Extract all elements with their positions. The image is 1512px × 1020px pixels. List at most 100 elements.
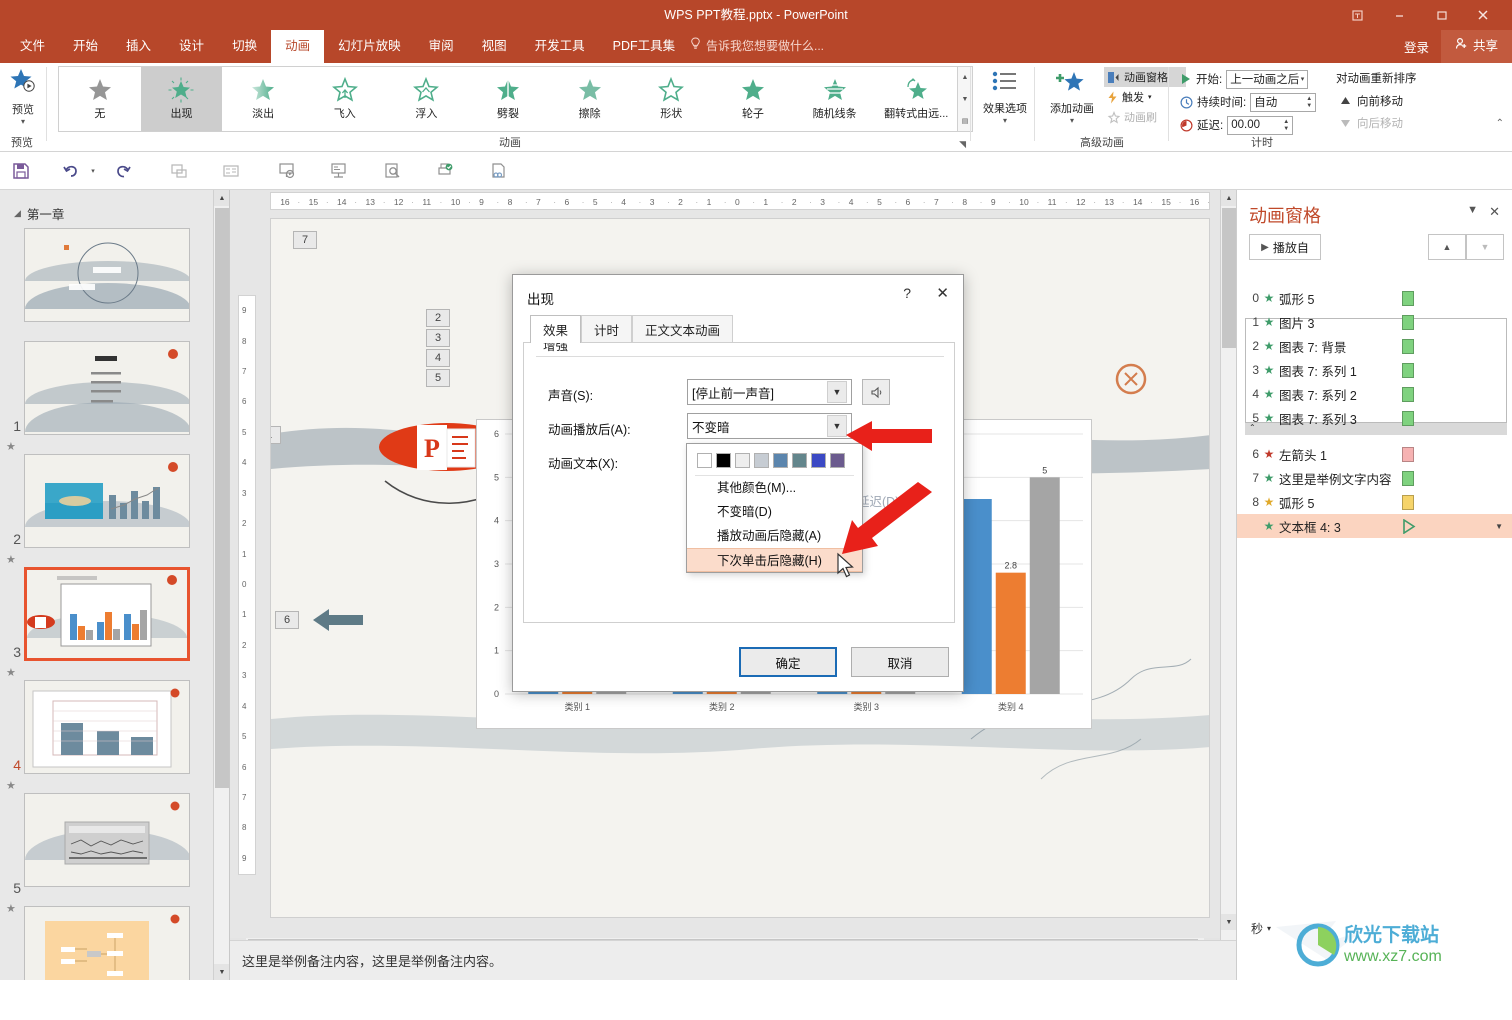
- vertical-ruler[interactable]: 9 8 7 6 5 4 3 2 1 0 1 2 3 4 5 6 7 8 9: [238, 295, 256, 875]
- layout-icon[interactable]: [220, 160, 242, 182]
- tab-animations[interactable]: 动画: [271, 30, 325, 63]
- slide-thumbnail-3[interactable]: [24, 454, 190, 548]
- anim-tag[interactable]: 1: [271, 426, 281, 444]
- scroll-down-icon[interactable]: ▼: [1221, 914, 1237, 930]
- color-swatch[interactable]: [773, 453, 788, 468]
- gallery-item-wheel[interactable]: 轮子: [712, 67, 794, 131]
- maximize-icon[interactable]: [1420, 1, 1462, 29]
- link-icon[interactable]: [488, 160, 510, 182]
- tab-insert[interactable]: 插入: [112, 30, 165, 63]
- tab-pdf-tools[interactable]: PDF工具集: [599, 30, 690, 63]
- share-button[interactable]: 共享: [1440, 30, 1512, 63]
- notes-pane[interactable]: 这里是举例备注内容，这里是举例备注内容。: [230, 940, 1236, 980]
- canvas-vertical-scrollbar[interactable]: ▲ ▼: [1220, 190, 1237, 950]
- animation-timeline-bar[interactable]: [1402, 386, 1414, 402]
- menu-item-dont-dim[interactable]: 不变暗(D): [687, 500, 862, 524]
- tab-effect[interactable]: 效果: [530, 315, 582, 343]
- animation-list-item[interactable]: ★ 文本框 4: 3 ▼: [1237, 514, 1512, 538]
- animation-timeline-bar[interactable]: [1402, 314, 1414, 330]
- anim-tag[interactable]: 2: [426, 309, 450, 327]
- gallery-item-wipe[interactable]: 擦除: [549, 67, 631, 131]
- animation-timeline-bar[interactable]: [1402, 338, 1414, 354]
- move-up-button[interactable]: ▲: [1428, 234, 1466, 260]
- tab-file[interactable]: 文件: [6, 30, 59, 63]
- chevron-down-icon[interactable]: ▾: [1148, 93, 1152, 101]
- slide-thumbnail-7[interactable]: [24, 906, 190, 980]
- animation-gallery[interactable]: 无 出现 淡出 飞入 浮入 劈裂 擦除 形状 轮子 随机线条 翻转式由远...: [58, 66, 958, 132]
- undo-dropdown-icon[interactable]: ▾: [82, 160, 104, 182]
- color-swatch[interactable]: [716, 453, 731, 468]
- delay-field[interactable]: 00.00 ▲ ▼: [1227, 115, 1294, 135]
- horizontal-ruler[interactable]: 16 · 15 · 14 · 13 · 12 · 11 · 10 · 9 · 8 · 7 · 6 · 5 · 4 · 3 · 2 · 1 · 0…: [270, 192, 1210, 210]
- slide-thumbnail-2[interactable]: [24, 341, 190, 435]
- effect-options-button[interactable]: 效果选项 ▾: [979, 69, 1031, 125]
- tab-timing[interactable]: 计时: [581, 315, 633, 343]
- scroll-up-icon[interactable]: ▲: [214, 190, 229, 206]
- tell-me-box[interactable]: 告诉我您想要做什么...: [690, 30, 824, 63]
- gallery-item-flyin[interactable]: 飞入: [304, 67, 386, 131]
- add-animation-button[interactable]: 添加动画 ▾: [1044, 69, 1100, 125]
- animation-timeline-bar[interactable]: [1402, 470, 1414, 486]
- collapse-ribbon-icon[interactable]: ⌃: [1496, 118, 1504, 129]
- slide-thumbnail-1[interactable]: [24, 228, 190, 322]
- tab-design[interactable]: 设计: [165, 30, 218, 63]
- menu-item-more-colors[interactable]: 其他颜色(M)...: [687, 476, 862, 500]
- undo-icon[interactable]: [60, 160, 82, 182]
- color-swatch[interactable]: [754, 453, 769, 468]
- close-icon[interactable]: ✕: [1489, 204, 1500, 220]
- present-icon[interactable]: [276, 160, 298, 182]
- gallery-item-flip[interactable]: 翻转式由远...: [875, 67, 957, 131]
- chevron-down-icon[interactable]: ▾: [1301, 75, 1305, 83]
- slide-panel-scrollbar[interactable]: ▲ ▼: [213, 190, 229, 980]
- gallery-item-floatin[interactable]: 浮入: [386, 67, 468, 131]
- preview-button[interactable]: 预览 ▾: [2, 67, 44, 131]
- chart-bar[interactable]: [995, 572, 1026, 694]
- gallery-item-split[interactable]: 劈裂: [467, 67, 549, 131]
- chart-bar[interactable]: [961, 499, 992, 694]
- tab-slideshow[interactable]: 幻灯片放映: [324, 30, 415, 63]
- sign-in-button[interactable]: 登录: [1392, 37, 1441, 56]
- tab-text-animation[interactable]: 正文文本动画: [632, 315, 734, 343]
- slideshow-icon[interactable]: [328, 160, 350, 182]
- save-icon[interactable]: [10, 160, 32, 182]
- chevron-down-icon[interactable]: ▾: [1044, 116, 1100, 125]
- duration-field[interactable]: 自动 ▲ ▼: [1250, 92, 1317, 112]
- scroll-up-icon[interactable]: ▲: [1221, 190, 1237, 206]
- animation-list-item[interactable]: 6 ★ 左箭头 1: [1237, 442, 1512, 466]
- chart-bar[interactable]: [1029, 477, 1060, 694]
- pane-options-icon[interactable]: ▼: [1467, 204, 1478, 216]
- sound-combo[interactable]: [停止前一声音] ▼: [687, 379, 852, 405]
- animation-timeline-bar[interactable]: [1402, 446, 1414, 462]
- dialog-launcher-icon[interactable]: ◥: [959, 139, 966, 150]
- after-animation-combo[interactable]: 不变暗 ▼: [687, 413, 852, 439]
- start-combo[interactable]: 上一动画之后 ▾: [1226, 69, 1309, 89]
- close-icon[interactable]: ✕: [936, 284, 949, 302]
- scroll-down-icon[interactable]: ▼: [214, 964, 229, 980]
- tab-developer[interactable]: 开发工具: [521, 30, 599, 63]
- chevron-down-icon[interactable]: ▼: [1495, 522, 1503, 531]
- cancel-button[interactable]: 取消: [851, 647, 949, 677]
- play-from-button[interactable]: ▶ 播放自: [1249, 234, 1321, 260]
- animation-list-item[interactable]: 7 ★ 这里是举例文字内容: [1237, 466, 1512, 490]
- spinner-icon[interactable]: ▲ ▼: [1283, 119, 1289, 132]
- left-arrow-shape[interactable]: [311, 603, 371, 637]
- anim-tag[interactable]: 3: [426, 329, 450, 347]
- animation-list-item[interactable]: 5 ★ 图表 7: 系列 3: [1237, 406, 1512, 430]
- anim-tag[interactable]: 6: [275, 611, 299, 629]
- animation-timeline-bar[interactable]: [1402, 362, 1414, 378]
- help-icon[interactable]: ?: [903, 285, 911, 301]
- chevron-down-icon[interactable]: ▾: [2, 117, 44, 126]
- close-icon[interactable]: [1462, 1, 1504, 29]
- anim-tag[interactable]: 4: [426, 349, 450, 367]
- animation-list-item[interactable]: 0 ★ 弧形 5: [1237, 286, 1512, 310]
- animation-list-item[interactable]: 2 ★ 图表 7: 背景: [1237, 334, 1512, 358]
- redo-icon[interactable]: [112, 160, 134, 182]
- scrollbar-thumb[interactable]: [1222, 208, 1236, 348]
- slide-thumbnail-5[interactable]: [24, 680, 190, 774]
- new-slide-icon[interactable]: [168, 160, 190, 182]
- animation-timeline-bar[interactable]: [1402, 494, 1414, 510]
- tab-review[interactable]: 审阅: [415, 30, 468, 63]
- tab-home[interactable]: 开始: [59, 30, 112, 63]
- anim-tag[interactable]: 5: [426, 369, 450, 387]
- chevron-down-icon[interactable]: ▼: [827, 415, 847, 437]
